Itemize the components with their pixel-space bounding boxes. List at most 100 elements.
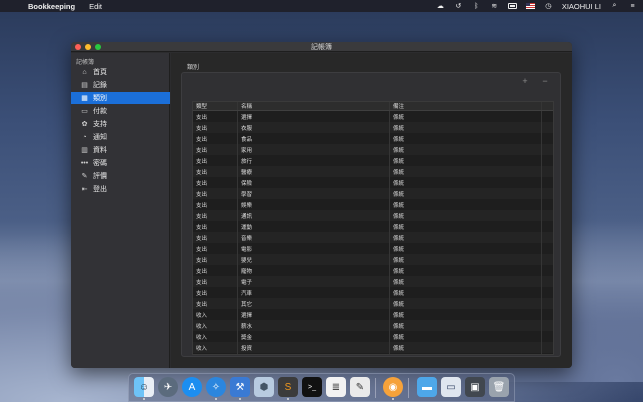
minimize-button[interactable]: [85, 44, 91, 50]
sidebar-item-password[interactable]: ••• 密碼: [71, 157, 170, 169]
close-button[interactable]: [75, 44, 81, 50]
cell-type: 支出: [193, 177, 238, 188]
menubar: Bookkeeping Edit ☁ ↺ ᛒ ≋ ◷ XIAOHUI LI ⌕ …: [0, 0, 643, 12]
bookkeeping-icon[interactable]: ◉: [383, 377, 403, 397]
table-row[interactable]: 支出 衣服 係統: [193, 122, 553, 133]
sublime-icon[interactable]: S: [278, 377, 298, 397]
cell-name: 汽車: [238, 287, 390, 298]
sidebar-item-categories[interactable]: ▦ 類別: [71, 92, 170, 104]
column-header-type[interactable]: 類型: [193, 102, 238, 110]
wifi-icon[interactable]: ≋: [490, 2, 499, 10]
table-row[interactable]: 收入 薪水 係統: [193, 320, 553, 331]
table-row[interactable]: 收入其它係統: [193, 353, 553, 354]
app-store-icon[interactable]: A: [182, 377, 202, 397]
sidebar-item-logout[interactable]: ⇤ 登出: [71, 183, 170, 195]
table-row[interactable]: 收入 選擇 係統: [193, 309, 553, 320]
add-category-button[interactable]: +: [519, 76, 531, 86]
notification-center-icon[interactable]: ≡: [628, 2, 637, 10]
screen-icon[interactable]: ▣: [465, 377, 485, 397]
input-source-flag-icon[interactable]: [525, 2, 535, 10]
support-icon: ✿: [81, 121, 88, 128]
sidebar-item-notifications[interactable]: ◔ 通知: [71, 131, 170, 143]
trash-icon[interactable]: 🗑: [489, 377, 509, 397]
table-row[interactable]: 支出 寵物 係統: [193, 265, 553, 276]
table-row[interactable]: 支出 醫療 係統: [193, 166, 553, 177]
table-header: 類型 名稱 備注: [193, 102, 553, 111]
cell-note: 係統: [390, 122, 542, 133]
edit-menu[interactable]: Edit: [89, 2, 102, 11]
sidebar-item-payment[interactable]: ▭ 付款: [71, 105, 170, 117]
time-machine-icon[interactable]: ↺: [454, 2, 463, 10]
user-name[interactable]: XIAOHUI LI: [562, 2, 601, 11]
cell-note: 係統: [390, 320, 542, 331]
textedit-icon[interactable]: ✎: [350, 377, 370, 397]
table-row[interactable]: 支出 旅行 係統: [193, 155, 553, 166]
table-row[interactable]: 支出 嬰兒 係統: [193, 254, 553, 265]
titlebar: 記帳簿: [71, 42, 572, 52]
spotlight-icon[interactable]: ⌕: [610, 2, 619, 10]
finder-icon[interactable]: ☺: [134, 377, 154, 397]
cell-note: 係統: [390, 177, 542, 188]
column-header-name[interactable]: 名稱: [238, 102, 390, 110]
table-row[interactable]: 支出 其它 係統: [193, 298, 553, 309]
cell-name: 選擇: [238, 309, 390, 320]
cell-type: 支出: [193, 276, 238, 287]
cloud-icon[interactable]: ☁: [436, 2, 445, 10]
xcode-icon[interactable]: ⚒: [230, 377, 250, 397]
category-icon: ▦: [81, 95, 88, 102]
table-row[interactable]: 支出 通訊 係統: [193, 210, 553, 221]
sidebar-item-records[interactable]: ▤ 記錄: [71, 79, 170, 91]
cell-name: 通訊: [238, 210, 390, 221]
table-row[interactable]: 收入 投資 係統: [193, 342, 553, 353]
box-icon[interactable]: ⬢: [254, 377, 274, 397]
preview-icon[interactable]: ▭: [441, 377, 461, 397]
cell-type: 收入: [193, 320, 238, 331]
cell-name: 運動: [238, 221, 390, 232]
cell-note: 係統: [390, 331, 542, 342]
cell-name: 電子: [238, 276, 390, 287]
sidebar-item-data[interactable]: ▥ 資料: [71, 144, 170, 156]
remove-category-button[interactable]: −: [539, 76, 551, 86]
main-content: 類別 + − 類型 名稱 備注 支出 選擇 係統 支出 衣服 係統 支出 食品 係統 支出家…: [171, 53, 572, 368]
safari-icon[interactable]: ✧: [206, 377, 226, 397]
table-row[interactable]: 支出 音樂 係統: [193, 232, 553, 243]
table-row[interactable]: 支出 運動 係統: [193, 221, 553, 232]
notes-icon: ▤: [81, 82, 88, 89]
categories-table[interactable]: 類型 名稱 備注 支出 選擇 係統 支出 衣服 係統 支出 食品 係統 支出 家用 係統 支出旅…: [192, 101, 554, 355]
cell-name: 娛樂: [238, 199, 390, 210]
table-row[interactable]: 收入 獎金 係統: [193, 331, 553, 342]
clock-icon[interactable]: ◷: [544, 2, 553, 10]
cell-note: 係統: [390, 342, 542, 353]
notes-icon[interactable]: ≣: [326, 377, 346, 397]
cell-type: 支出: [193, 232, 238, 243]
table-row[interactable]: 支出 選擇 係統: [193, 111, 553, 122]
table-row[interactable]: 支出 保險 係統: [193, 177, 553, 188]
cell-note: 係統: [390, 166, 542, 177]
table-row[interactable]: 支出 汽車 係統: [193, 287, 553, 298]
sidebar-item-support[interactable]: ✿ 支持: [71, 118, 170, 130]
battery-icon[interactable]: [507, 2, 517, 10]
cell-note: 係統: [390, 210, 542, 221]
zoom-button[interactable]: [95, 44, 101, 50]
table-row[interactable]: 支出 電影 係統: [193, 243, 553, 254]
bluetooth-icon[interactable]: ᛒ: [472, 2, 481, 10]
table-row[interactable]: 支出 食品 係統: [193, 133, 553, 144]
folder-icon[interactable]: ▬: [417, 377, 437, 397]
sidebar-item-rating[interactable]: ✎ 評價: [71, 170, 170, 182]
table-row[interactable]: 支出 娛樂 係統: [193, 199, 553, 210]
column-header-note[interactable]: 備注: [390, 102, 542, 110]
cell-type: 支出: [193, 122, 238, 133]
password-icon: •••: [80, 159, 89, 167]
launchpad-icon[interactable]: ✈: [158, 377, 178, 397]
table-row[interactable]: 支出 電子 係統: [193, 276, 553, 287]
cell-name: 音樂: [238, 232, 390, 243]
app-menu[interactable]: Bookkeeping: [28, 2, 75, 11]
cell-note: 係統: [390, 188, 542, 199]
terminal-icon[interactable]: >_: [302, 377, 322, 397]
cell-note: 係統: [390, 287, 542, 298]
sidebar-item-home[interactable]: ⌂ 首頁: [71, 66, 170, 78]
cell-name: 衣服: [238, 122, 390, 133]
table-row[interactable]: 支出 學習 係統: [193, 188, 553, 199]
table-row[interactable]: 支出 家用 係統: [193, 144, 553, 155]
cell-type: 支出: [193, 298, 238, 309]
